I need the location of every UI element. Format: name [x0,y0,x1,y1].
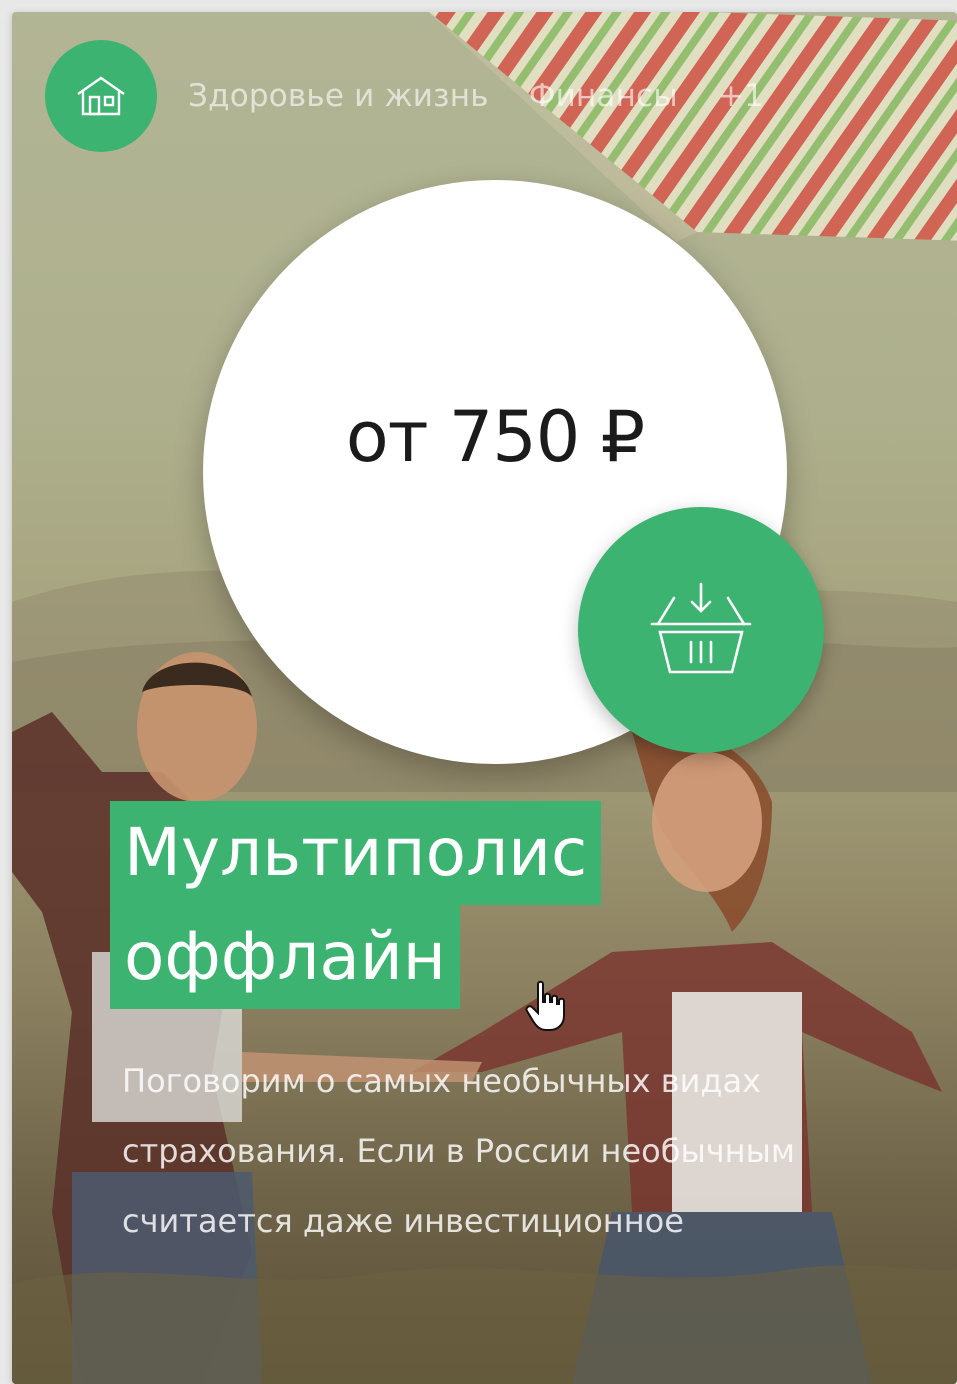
add-to-cart-button[interactable] [578,507,824,753]
house-icon [77,76,125,116]
home-button[interactable] [45,40,157,152]
nav-item-health-life[interactable]: Здоровье и жизнь [188,78,489,114]
product-title-line-1[interactable]: Мультиполис [110,801,602,905]
nav-item-finance[interactable]: Финансы [529,78,678,114]
product-description: Поговорим о самых необычных видах страхо… [122,1062,795,1240]
price-label: от 750 ₽ [345,396,645,478]
basket-download-icon [650,582,752,674]
category-nav: Здоровье и жизнь Финансы +1 [188,78,764,114]
hand-pointer-cursor-icon [525,980,565,1031]
product-card[interactable]: Здоровье и жизнь Финансы +1 от 750 ₽ Мул… [12,12,957,1384]
nav-item-more[interactable]: +1 [718,78,764,114]
product-title-line-2[interactable]: оффлайн [110,905,460,1009]
